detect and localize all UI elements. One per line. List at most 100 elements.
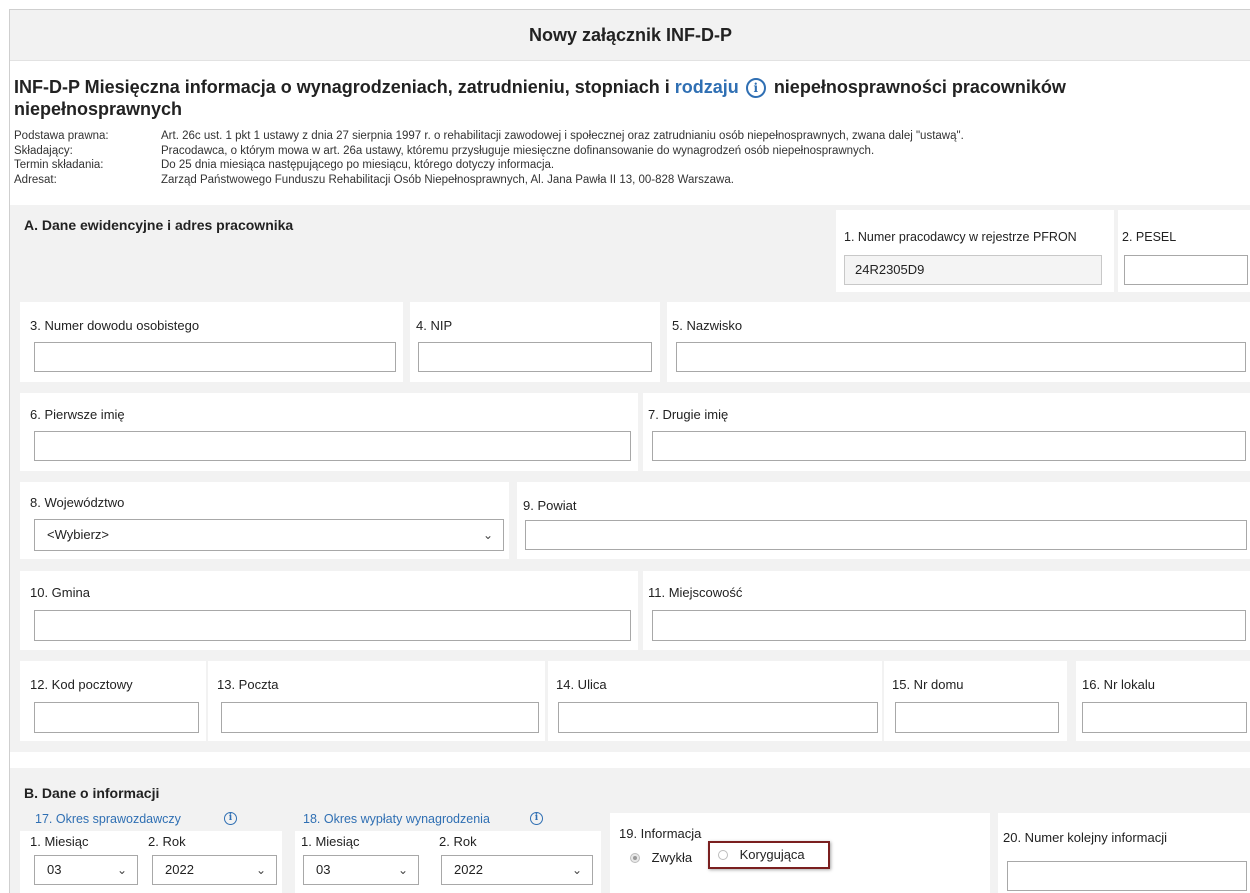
section-b: B. Dane o informacji 17. Okres sprawozda… xyxy=(10,768,1250,893)
form-page: Nowy załącznik INF-D-P INF-D-P Miesięczn… xyxy=(9,9,1250,893)
post-office-label: 13. Poczta xyxy=(217,677,279,692)
post-office-card: 13. Poczta xyxy=(208,661,545,741)
voivodeship-select[interactable]: <Wybierz> ⌄ xyxy=(34,519,504,551)
house-no-label: 15. Nr domu xyxy=(892,677,964,692)
nip-label: 4. NIP xyxy=(416,318,453,333)
employer-number-label: 1. Numer pracodawcy w rejestrze PFRON xyxy=(844,230,1077,244)
county-card: 9. Powiat xyxy=(517,482,1250,559)
sequence-number-input[interactable] xyxy=(1007,861,1247,891)
sequence-number-card: 20. Numer kolejny informacji xyxy=(998,813,1250,893)
payment-year-label: 2. Rok xyxy=(439,834,477,849)
meta-value: Pracodawca, o którym mowa w art. 26a ust… xyxy=(161,144,875,157)
payment-month-card: 1. Miesiąc 03 ⌄ xyxy=(295,831,425,893)
locality-card: 11. Miejscowość xyxy=(643,571,1250,650)
house-no-card: 15. Nr domu xyxy=(884,661,1067,741)
street-label: 14. Ulica xyxy=(556,677,607,692)
nip-card: 4. NIP xyxy=(410,302,660,382)
information-option-correcting[interactable]: Korygująca xyxy=(708,841,830,869)
section-b-title: B. Dane o informacji xyxy=(24,785,160,801)
second-name-input[interactable] xyxy=(652,431,1246,461)
information-label: 19. Informacja xyxy=(619,826,702,841)
street-input[interactable] xyxy=(558,702,878,733)
reporting-period-label: 17. Okres sprawozdawczy xyxy=(35,812,181,826)
reporting-year-selected: 2022 xyxy=(165,862,194,877)
information-card: 19. Informacja Zwykła Korygująca xyxy=(610,813,990,893)
post-office-input[interactable] xyxy=(221,702,539,733)
pesel-card: 2. PESEL xyxy=(1118,210,1250,292)
sequence-number-label: 20. Numer kolejny informacji xyxy=(1003,830,1168,845)
meta-key: Podstawa prawna: xyxy=(14,130,109,142)
chevron-down-icon: ⌄ xyxy=(571,863,582,877)
id-number-label: 3. Numer dowodu osobistego xyxy=(30,318,200,333)
id-number-input[interactable] xyxy=(34,342,396,372)
id-number-card: 3. Numer dowodu osobistego xyxy=(20,302,403,382)
meta-row: Składający: Pracodawca, o którym mowa w a… xyxy=(14,144,964,159)
payment-year-select[interactable]: 2022 ⌄ xyxy=(441,855,593,885)
payment-month-label: 1. Miesiąc xyxy=(301,834,360,849)
pesel-input[interactable] xyxy=(1124,255,1248,285)
form-meta: Podstawa prawna: Art. 26c ust. 1 pkt 1 us… xyxy=(14,129,964,187)
commune-card: 10. Gmina xyxy=(20,571,638,650)
page-header: Nowy załącznik INF-D-P xyxy=(10,10,1250,61)
payment-month-selected: 03 xyxy=(316,862,331,877)
first-name-label: 6. Pierwsze imię xyxy=(30,407,125,422)
payment-year-card: 2. Rok 2022 ⌄ xyxy=(425,831,601,893)
info-icon[interactable]: i xyxy=(224,812,237,825)
voivodeship-card: 8. Województwo <Wybierz> ⌄ xyxy=(20,482,509,559)
chevron-down-icon: ⌄ xyxy=(397,863,408,877)
reporting-month-selected: 03 xyxy=(47,862,62,877)
reporting-year-label: 2. Rok xyxy=(148,834,186,849)
meta-key: Termin składania: xyxy=(14,159,104,171)
meta-row: Termin składania: Do 25 dnia miesiąca nas… xyxy=(14,158,964,173)
information-option-regular-label: Zwykła xyxy=(651,850,693,865)
meta-row: Adresat: Zarząd Państwowego Funduszu Reha… xyxy=(14,173,964,188)
flat-no-card: 16. Nr lokalu xyxy=(1076,661,1250,741)
radio-unselected-icon[interactable] xyxy=(718,850,728,860)
meta-key: Składający: xyxy=(14,144,73,157)
first-name-input[interactable] xyxy=(34,431,631,461)
commune-label: 10. Gmina xyxy=(30,585,90,600)
meta-value: Zarząd Państwowego Funduszu Rehabilitacj… xyxy=(161,173,734,186)
chevron-down-icon: ⌄ xyxy=(482,528,493,542)
info-icon[interactable]: i xyxy=(745,78,766,98)
form-title: INF-D-P Miesięczna informacja o wynagrod… xyxy=(14,76,1234,120)
employer-number-input[interactable]: 24R2305D9 xyxy=(844,255,1102,285)
information-option-correcting-label: Korygująca xyxy=(739,847,805,862)
payment-period-label: 18. Okres wypłaty wynagrodzenia xyxy=(303,812,490,826)
commune-input[interactable] xyxy=(34,610,631,641)
meta-value: Art. 26c ust. 1 pkt 1 ustawy z dnia 27 s… xyxy=(161,130,964,142)
pesel-label: 2. PESEL xyxy=(1122,230,1177,244)
information-option-regular[interactable]: Zwykła xyxy=(630,850,692,865)
postal-code-label: 12. Kod pocztowy xyxy=(30,677,133,692)
nip-input[interactable] xyxy=(418,342,652,372)
first-name-card: 6. Pierwsze imię xyxy=(20,393,638,471)
section-a: A. Dane ewidencyjne i adres pracownika 1… xyxy=(10,205,1250,752)
reporting-month-card: 1. Miesiąc 03 ⌄ xyxy=(20,831,140,893)
voivodeship-label: 8. Województwo xyxy=(30,495,125,510)
form-title-link[interactable]: rodzaju xyxy=(675,77,739,97)
section-a-title: A. Dane ewidencyjne i adres pracownika xyxy=(24,217,294,233)
surname-label: 5. Nazwisko xyxy=(672,318,743,333)
second-name-card: 7. Drugie imię xyxy=(643,393,1250,471)
reporting-year-select[interactable]: 2022 ⌄ xyxy=(152,855,277,885)
info-icon[interactable]: i xyxy=(530,812,543,825)
payment-month-select[interactable]: 03 ⌄ xyxy=(303,855,419,885)
flat-no-input[interactable] xyxy=(1082,702,1247,733)
surname-card: 5. Nazwisko xyxy=(667,302,1250,382)
reporting-year-card: 2. Rok 2022 ⌄ xyxy=(140,831,282,893)
payment-year-selected: 2022 xyxy=(454,862,483,877)
meta-value: Do 25 dnia miesiąca następującego po mie… xyxy=(161,159,555,171)
county-input[interactable] xyxy=(525,520,1247,550)
house-no-input[interactable] xyxy=(895,702,1059,733)
second-name-label: 7. Drugie imię xyxy=(648,407,729,422)
postal-code-input[interactable] xyxy=(34,702,199,733)
page-header-title: Nowy załącznik INF-D-P xyxy=(528,24,733,45)
radio-selected-icon[interactable] xyxy=(630,853,640,863)
meta-row: Podstawa prawna: Art. 26c ust. 1 pkt 1 us… xyxy=(14,129,964,144)
locality-input[interactable] xyxy=(652,610,1246,641)
reporting-month-label: 1. Miesiąc xyxy=(30,834,89,849)
reporting-month-select[interactable]: 03 ⌄ xyxy=(34,855,138,885)
chevron-down-icon: ⌄ xyxy=(255,863,266,877)
county-label: 9. Powiat xyxy=(523,498,577,513)
surname-input[interactable] xyxy=(676,342,1246,372)
